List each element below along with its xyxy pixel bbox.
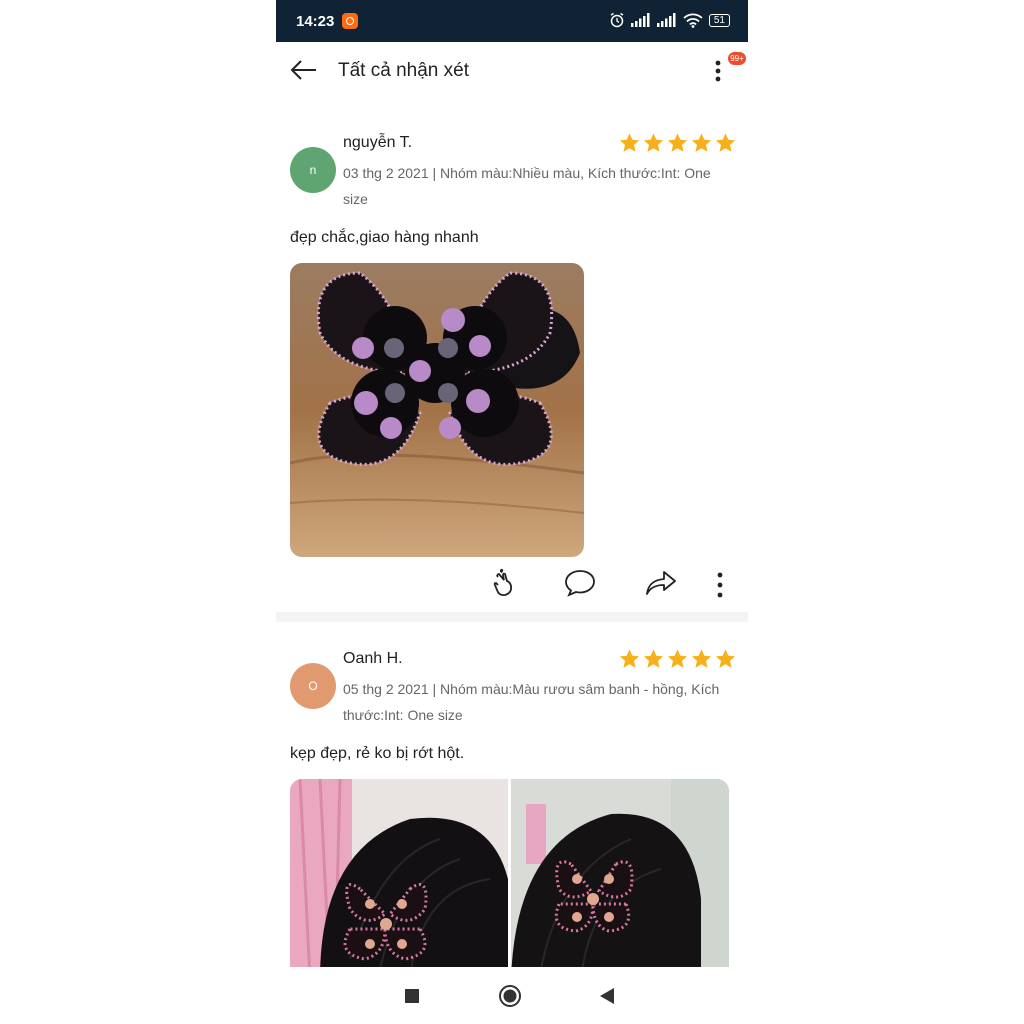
hair-photo-1: [290, 779, 508, 979]
finger-heart-icon[interactable]: [490, 567, 516, 599]
section-divider: [276, 612, 748, 622]
review-photo[interactable]: [290, 263, 584, 557]
rating-stars: [618, 132, 737, 154]
star-icon: [715, 649, 736, 668]
alarm-icon: [610, 12, 624, 28]
hair-clip-photo: [290, 263, 584, 557]
home-circle-icon[interactable]: [499, 985, 521, 1007]
star-icon: [691, 133, 712, 152]
more-vert-icon[interactable]: [714, 59, 722, 83]
status-icons: 51: [609, 12, 730, 28]
signal-icon-2: [656, 13, 676, 27]
star-icon: [667, 649, 688, 668]
app-notification-icon: [342, 13, 358, 29]
rating-stars: [618, 648, 737, 670]
hair-photo-2: [511, 779, 729, 979]
star-icon: [643, 649, 664, 668]
review-text: đẹp chắc,giao hàng nhanh: [290, 229, 479, 246]
square-nav-icon[interactable]: [405, 989, 419, 1003]
avatar: O: [290, 663, 336, 709]
avatar: n: [290, 147, 336, 193]
status-time: 14:23: [296, 13, 335, 30]
star-icon: [619, 133, 640, 152]
review-text: kẹp đẹp, rẻ ko bị rớt hột.: [290, 745, 465, 762]
review-meta: 03 thg 2 2021 | Nhóm màu:Nhiều màu, Kích…: [343, 165, 711, 207]
review-photo[interactable]: [290, 779, 508, 979]
phone-screen: 14:23 51 Tất cả nhận xét 99+ n nguyễn T.…: [276, 0, 748, 1024]
back-triangle-icon[interactable]: [600, 988, 614, 1004]
notification-badge: 99+: [728, 52, 746, 65]
more-vert-icon[interactable]: [716, 572, 724, 598]
system-nav-bar: [276, 967, 748, 1024]
star-icon: [715, 133, 736, 152]
reviewer-name: Oanh H.: [343, 650, 403, 667]
comment-icon[interactable]: [564, 569, 596, 597]
star-icon: [619, 649, 640, 668]
top-app-bar: Tất cả nhận xét 99+: [276, 42, 748, 102]
signal-icon: [630, 13, 650, 27]
back-arrow-icon[interactable]: [290, 59, 318, 81]
status-bar: 14:23 51: [276, 0, 748, 42]
star-icon: [691, 649, 712, 668]
star-icon: [667, 133, 688, 152]
review-actions: [276, 565, 748, 605]
review-photo[interactable]: [511, 779, 729, 979]
wifi-icon: [683, 13, 703, 28]
star-icon: [643, 133, 664, 152]
review-meta: 05 thg 2 2021 | Nhóm màu:Màu rươu sâm ba…: [343, 681, 720, 723]
page-title: Tất cả nhận xét: [338, 60, 469, 81]
share-icon[interactable]: [645, 569, 677, 597]
reviewer-name: nguyễn T.: [343, 134, 413, 151]
battery-indicator: 51: [708, 13, 730, 27]
